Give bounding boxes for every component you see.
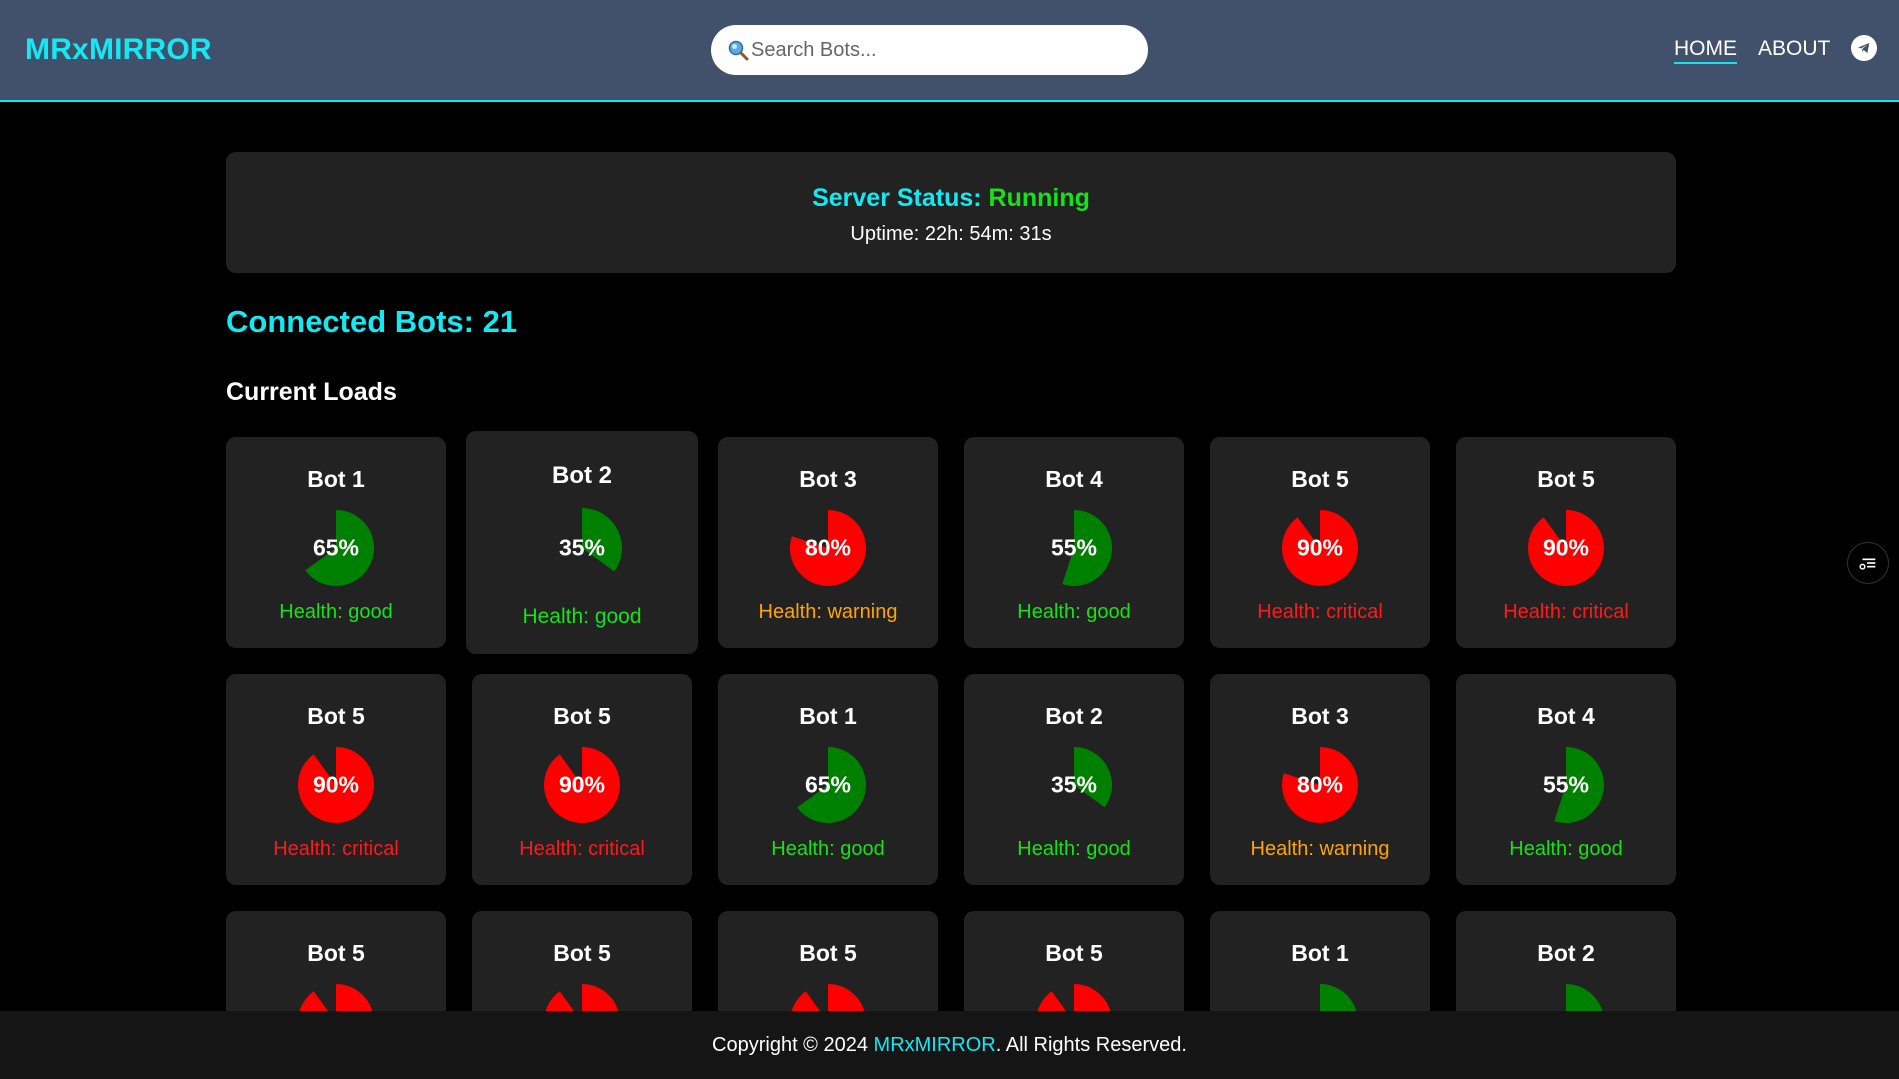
bot-card[interactable]: Bot 3 80% Health: warning: [718, 437, 938, 648]
load-pie-slice: [1320, 984, 1357, 1011]
load-pie-chart: 55%: [1036, 510, 1112, 586]
bot-name: Bot 1: [799, 703, 857, 729]
bot-card[interactable]: Bot 2 35% Health: good: [964, 674, 1184, 885]
bot-card[interactable]: Bot 5 90% Health: critical: [1210, 437, 1430, 648]
load-percent-label: 65%: [804, 771, 852, 798]
load-pie-slice: [791, 984, 865, 1011]
load-percent-label: 35%: [1050, 771, 1098, 798]
load-pie-slice: [1566, 984, 1603, 1011]
bot-card[interactable]: Bot 5: [472, 911, 692, 1011]
footer-rights: . All Rights Reserved.: [995, 1034, 1187, 1056]
bot-card[interactable]: Bot 1 65% Health: good: [718, 674, 938, 885]
load-percent-label: 90%: [558, 771, 606, 798]
health-status: Health: good: [522, 605, 642, 628]
bot-card[interactable]: Bot 5: [718, 911, 938, 1011]
health-status: Health: good: [1017, 601, 1131, 623]
load-pie-chart: [544, 984, 620, 1011]
load-percent-label: 35%: [558, 534, 606, 561]
footer-copyright: Copyright © 2024: [712, 1034, 874, 1056]
bot-name: Bot 5: [307, 703, 365, 729]
bot-name: Bot 2: [552, 462, 612, 489]
load-percent-label: 80%: [1296, 771, 1344, 798]
bot-card[interactable]: Bot 1 65% Health: good: [226, 437, 446, 648]
load-percent-label: 90%: [1296, 534, 1344, 561]
footer-brand-link[interactable]: MRxMIRROR: [874, 1034, 996, 1056]
bot-card[interactable]: Bot 2: [1456, 911, 1676, 1011]
load-percent-label: 65%: [312, 534, 360, 561]
load-pie-chart: 90%: [298, 747, 374, 823]
load-pie-chart: [1282, 984, 1358, 1011]
bot-card[interactable]: Bot 4 55% Health: good: [964, 437, 1184, 648]
bot-card[interactable]: Bot 2 35% Health: good: [466, 431, 698, 654]
bot-name: Bot 2: [1537, 940, 1595, 966]
load-pie-chart: 90%: [544, 747, 620, 823]
load-pie-chart: 80%: [790, 510, 866, 586]
load-percent-label: 55%: [1542, 771, 1590, 798]
bot-name: Bot 1: [307, 466, 365, 492]
bot-card[interactable]: Bot 5: [226, 911, 446, 1011]
load-pie-chart: [790, 984, 866, 1011]
load-pie-chart: 90%: [1528, 510, 1604, 586]
bot-card[interactable]: Bot 5 90% Health: critical: [472, 674, 692, 885]
health-status: Health: good: [1509, 838, 1623, 860]
bot-name: Bot 5: [799, 940, 857, 966]
bot-name: Bot 4: [1537, 703, 1595, 729]
health-status: Health: critical: [273, 838, 399, 860]
bot-name: Bot 5: [1045, 940, 1103, 966]
load-pie-chart: [1036, 984, 1112, 1011]
load-pie-chart: 35%: [1036, 747, 1112, 823]
health-status: Health: warning: [1250, 838, 1390, 860]
settings-list-icon[interactable]: [1847, 542, 1889, 584]
bot-name: Bot 5: [553, 703, 611, 729]
bot-card[interactable]: Bot 3 80% Health: warning: [1210, 674, 1430, 885]
load-pie-chart: [1528, 984, 1604, 1011]
health-status: Health: critical: [519, 838, 645, 860]
bot-card[interactable]: Bot 5 90% Health: critical: [226, 674, 446, 885]
load-pie-chart: 65%: [298, 510, 374, 586]
load-pie-slice: [299, 984, 373, 1011]
health-status: Health: critical: [1257, 601, 1383, 623]
health-status: Health: warning: [758, 601, 898, 623]
load-pie-slice: [545, 984, 619, 1011]
bot-name: Bot 5: [1537, 466, 1595, 492]
load-percent-label: 90%: [1542, 534, 1590, 561]
load-pie-chart: 80%: [1282, 747, 1358, 823]
bot-name: Bot 5: [1291, 466, 1349, 492]
health-status: Health: good: [1017, 838, 1131, 860]
bot-card[interactable]: Bot 5 90% Health: critical: [1456, 437, 1676, 648]
bot-name: Bot 4: [1045, 466, 1103, 492]
health-status: Health: good: [771, 838, 885, 860]
health-status: Health: good: [279, 601, 393, 623]
footer: Copyright © 2024 MRxMIRROR. All Rights R…: [0, 1011, 1899, 1079]
bot-name: Bot 3: [1291, 703, 1349, 729]
load-pie-chart: 55%: [1528, 747, 1604, 823]
load-percent-label: 80%: [804, 534, 852, 561]
load-pie-chart: 35%: [542, 508, 622, 588]
bot-grid: Bot 1 65% Health: good Bot 2 35% Health: good…: [0, 0, 1899, 1011]
bot-card[interactable]: Bot 1: [1210, 911, 1430, 1011]
bot-name: Bot 1: [1291, 940, 1349, 966]
bot-name: Bot 5: [307, 940, 365, 966]
bot-card[interactable]: Bot 5: [964, 911, 1184, 1011]
load-pie-slice: [1037, 984, 1111, 1011]
load-pie-chart: 90%: [1282, 510, 1358, 586]
load-percent-label: 55%: [1050, 534, 1098, 561]
health-status: Health: critical: [1503, 601, 1629, 623]
bot-name: Bot 2: [1045, 703, 1103, 729]
load-pie-chart: 65%: [790, 747, 866, 823]
load-percent-label: 90%: [312, 771, 360, 798]
load-pie-chart: [298, 984, 374, 1011]
bot-card[interactable]: Bot 4 55% Health: good: [1456, 674, 1676, 885]
bot-name: Bot 5: [553, 940, 611, 966]
bot-name: Bot 3: [799, 466, 857, 492]
